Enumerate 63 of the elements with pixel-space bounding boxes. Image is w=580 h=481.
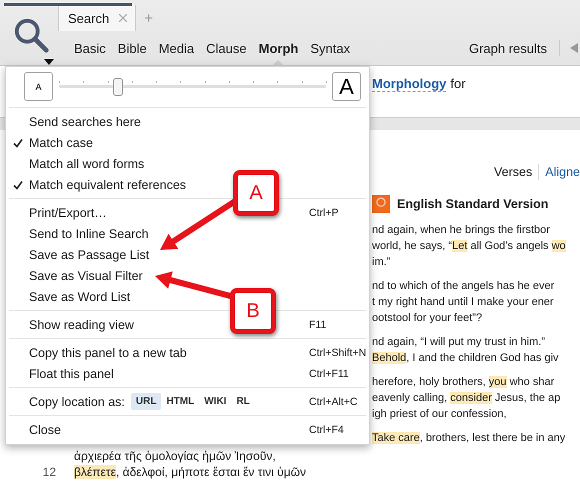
tab[interactable]: Search [58, 5, 136, 31]
view-toggle[interactable]: Aligne [545, 165, 580, 179]
shortcut-text: Ctrl+F11 [309, 368, 349, 380]
format-option[interactable]: HTML [161, 393, 200, 410]
verse-line: Take care, brothers, lest there be in any [372, 431, 566, 446]
nav-tab[interactable]: Basic [68, 31, 112, 65]
verse-line: t my right hand until I make your ener [372, 295, 555, 310]
menu-item[interactable]: Send searches here [29, 114, 141, 128]
menu-label: Copy location as: [29, 394, 125, 408]
menu-item[interactable]: Float this panel [29, 366, 114, 380]
nav-tab[interactable]: Media [152, 31, 200, 65]
verse-line: Behold, I and the children God has giv [372, 351, 560, 366]
shortcut-text: Ctrl+F4 [309, 424, 344, 436]
smaller-text-button[interactable]: A [24, 72, 53, 101]
query-text: for [450, 76, 466, 92]
verse-line: im.” [372, 255, 392, 270]
nav-tab[interactable]: Syntax [304, 31, 356, 65]
verse-line: herefore, holy brothers, you who shar [372, 375, 556, 390]
verse-line: igh priest of our confession, [372, 407, 508, 422]
nav-tab[interactable]: Clause [200, 31, 253, 65]
morphology-link[interactable]: Morphology [372, 76, 446, 92]
menu-item[interactable]: Save as Word List [29, 290, 130, 304]
verse-line: nd to which of the angels has he ever [372, 279, 556, 294]
tab-label: Search [68, 10, 110, 26]
verse-number: 12 [42, 465, 56, 479]
verse-line: nd again, “I will put my trust in him.” [372, 335, 546, 350]
menu-item[interactable]: Copy this panel to a new tab [29, 346, 187, 360]
format-option[interactable]: URL [130, 393, 162, 410]
menu-item[interactable]: Match all word forms [29, 156, 144, 170]
verse-line: world, he says, “Let all God’s angels wo [372, 239, 567, 254]
shortcut-text: Ctrl+P [309, 206, 338, 218]
view-toggle[interactable]: Verses [494, 165, 532, 179]
graph-results-button[interactable]: Graph results [460, 38, 555, 58]
larger-text-button[interactable]: A [332, 72, 361, 101]
menu-item[interactable]: Close [29, 422, 61, 436]
nav-tab[interactable]: Morph [252, 31, 304, 65]
search-icon[interactable] [13, 17, 51, 55]
slider-thumb[interactable] [112, 78, 123, 96]
menu-item[interactable]: Save as Passage List [29, 248, 150, 262]
callout-label: A [233, 170, 279, 216]
shortcut-text: F11 [309, 318, 326, 330]
verse-line: nd again, when he brings the firstbor [372, 223, 551, 238]
verse-line: eavenly calling, consider Jesus, the ap [372, 391, 562, 406]
shortcut-text: Ctrl+Shift+N [309, 346, 366, 358]
greek-verse-line: βλέπετε, ἀδελφοί, μήποτε ἔσται ἔν τινι ὑμῶν [74, 465, 306, 479]
verse-line: ootstool for your feet”? [372, 311, 484, 326]
version-title: English Standard Version [397, 197, 548, 211]
callout-label: B [230, 288, 276, 334]
close-icon[interactable] [119, 14, 128, 22]
greek-verse-line: ἀρχιερέα τῆς ὁμολογίας ἡμῶν Ἰησοῦν, [74, 449, 276, 463]
bible-version-icon [372, 194, 390, 214]
menu-item[interactable]: Send to Inline Search [29, 226, 149, 240]
menu-item[interactable]: Save as Visual Filter [29, 268, 143, 282]
nav-tab[interactable]: Bible [112, 31, 153, 65]
menu-item[interactable]: Match case [29, 136, 93, 150]
menu-item[interactable]: Match equivalent references [29, 178, 186, 192]
left-arrow-icon[interactable] [570, 43, 578, 53]
format-option[interactable]: RL [231, 393, 255, 410]
font-size-slider[interactable] [59, 76, 326, 96]
menu-item[interactable]: Show reading view [29, 318, 134, 332]
shortcut-text: Ctrl+Alt+C [309, 396, 358, 408]
format-option[interactable]: WIKI [199, 393, 232, 410]
menu-item[interactable]: Print/Export… [29, 206, 107, 220]
